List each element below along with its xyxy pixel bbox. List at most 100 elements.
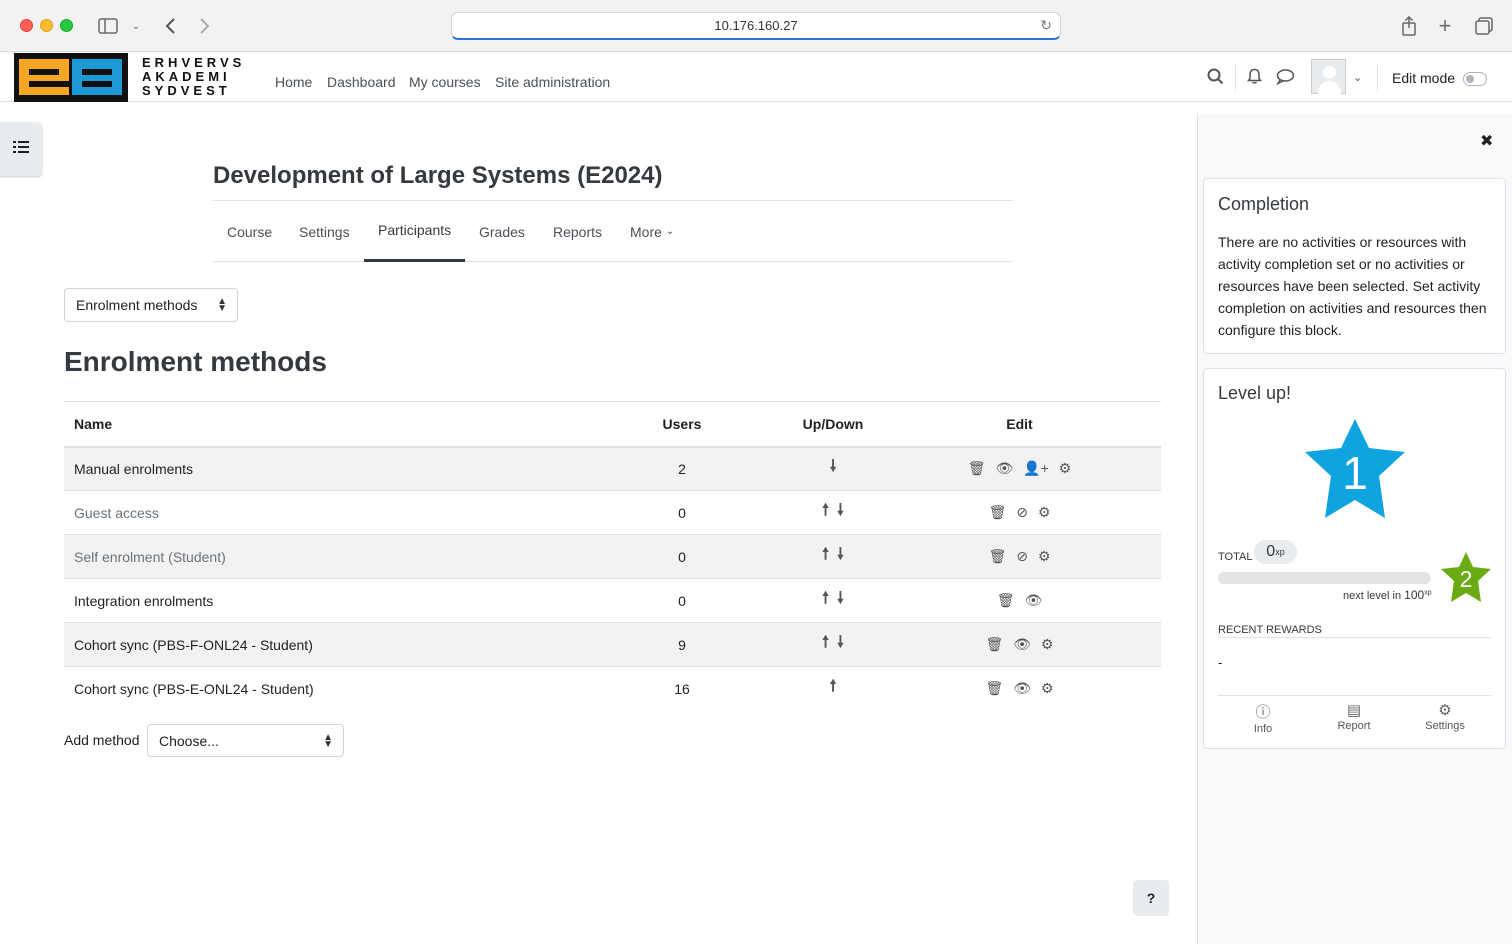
add-method-select[interactable]: Choose... ▲ ▼ (147, 724, 344, 757)
chevron-down-icon: ⌄ (665, 226, 675, 237)
current-level: 1 (1342, 447, 1368, 499)
participants-page-select[interactable]: Enrolment methods ▲ ▼ (64, 288, 238, 322)
move-up-icon[interactable]: 🠕 (822, 543, 829, 570)
table-row: Integration enrolments 0 🠕 🠗 🗑 👁 (64, 578, 1161, 623)
tab-course[interactable]: Course (213, 201, 286, 262)
move-down-icon[interactable]: 🠗 (837, 543, 844, 570)
back-arrow-icon[interactable] (160, 13, 180, 39)
levelup-report-link[interactable]: ▤ Report (1324, 701, 1384, 732)
gear-icon[interactable]: ⚙ (1041, 680, 1054, 697)
recent-rewards-label: RECENT REWARDS (1218, 624, 1322, 636)
table-row: Manual enrolments 2 🠗 🗑 👁 👤+ ⚙ (64, 446, 1161, 491)
info-label: Info (1253, 723, 1273, 735)
move-down-icon[interactable]: 🠗 (837, 631, 844, 658)
report-icon: ▤ (1346, 702, 1362, 719)
move-up-icon[interactable]: 🠕 (822, 631, 829, 658)
edit-mode-label: Edit mode (1392, 70, 1456, 86)
trash-icon[interactable]: 🗑 (986, 636, 1004, 653)
move-down-icon[interactable]: 🠗 (837, 499, 844, 526)
method-name: Manual enrolments (64, 446, 576, 491)
close-icon[interactable]: ✖ (1480, 131, 1493, 151)
share-icon[interactable] (1398, 13, 1420, 39)
eye-icon[interactable]: 👁 (1013, 636, 1031, 653)
column-header-users: Users (576, 401, 788, 448)
move-down-icon[interactable]: 🠗 (837, 587, 844, 614)
gear-icon: ⚙ (1438, 702, 1452, 719)
eye-slash-icon[interactable]: ⊘ (1016, 548, 1028, 565)
move-down-icon[interactable]: 🠗 (830, 455, 837, 482)
bell-icon[interactable] (1246, 68, 1263, 90)
move-up-icon[interactable]: 🠕 (822, 499, 829, 526)
trash-icon[interactable]: 🗑 (989, 504, 1007, 521)
gear-icon[interactable]: ⚙ (1041, 636, 1054, 653)
tab-grades[interactable]: Grades (465, 201, 539, 262)
tab-overview-icon[interactable] (1473, 13, 1495, 39)
levelup-settings-link[interactable]: ⚙ Settings (1415, 701, 1475, 732)
tab-more-label: More (630, 223, 662, 240)
column-header-name: Name (64, 401, 576, 448)
eye-icon[interactable]: 👁 (995, 460, 1013, 477)
next-level: 2 (1460, 566, 1473, 592)
nav-dashboard[interactable]: Dashboard (327, 74, 396, 90)
add-method-label: Add method (64, 732, 140, 748)
tab-settings[interactable]: Settings (285, 201, 364, 262)
close-window-button[interactable] (20, 19, 33, 32)
table-header-row: Name Users Up/Down Edit (64, 401, 1161, 448)
chevron-down-icon[interactable]: ⌄ (1353, 71, 1362, 84)
levelup-info-link[interactable]: ⓘ Info (1233, 701, 1293, 735)
move-up-icon[interactable]: 🠕 (822, 587, 829, 614)
forward-arrow-icon[interactable] (195, 13, 215, 39)
eye-icon[interactable]: 👁 (1024, 592, 1042, 609)
trash-icon[interactable]: 🗑 (968, 460, 986, 477)
address-bar[interactable]: 10.176.160.27 ↻ (451, 12, 1061, 40)
method-users: 0 (576, 490, 788, 535)
enrol-users-icon[interactable]: 👤+ (1023, 460, 1049, 477)
tab-reports[interactable]: Reports (539, 201, 616, 262)
url-text: 10.176.160.27 (714, 18, 798, 33)
help-button[interactable]: ? (1133, 880, 1169, 916)
recent-rewards-value: - (1218, 655, 1223, 670)
section-divider (1218, 695, 1491, 696)
block-title: Completion (1218, 194, 1310, 214)
avatar[interactable] (1311, 59, 1346, 94)
nav-home[interactable]: Home (275, 74, 312, 90)
minimize-window-button[interactable] (40, 19, 53, 32)
trash-icon[interactable]: 🗑 (986, 680, 1004, 697)
table-row: Cohort sync (PBS-F-ONL24 - Student) 9 🠕 🠗… (64, 622, 1161, 667)
gear-icon[interactable]: ⚙ (1059, 460, 1072, 477)
method-users: 2 (576, 446, 788, 491)
tab-more[interactable]: More ⌄ (616, 201, 688, 262)
method-users: 9 (576, 622, 788, 667)
trash-icon[interactable]: 🗑 (997, 592, 1015, 609)
site-logo[interactable] (14, 53, 128, 102)
trash-icon[interactable]: 🗑 (989, 548, 1007, 565)
new-tab-icon[interactable]: + (1434, 13, 1456, 39)
chevron-down-icon[interactable]: ⌄ (128, 13, 144, 39)
method-users: 0 (576, 578, 788, 623)
reload-icon[interactable]: ↻ (1040, 17, 1052, 34)
total-xp-badge: 0 xp (1254, 540, 1297, 564)
completion-text: There are no activities or resources wit… (1218, 234, 1487, 338)
eye-slash-icon[interactable]: ⊘ (1016, 504, 1028, 521)
nav-my-courses[interactable]: My courses (409, 74, 481, 90)
edit-mode-toggle[interactable] (1463, 72, 1487, 86)
method-users: 16 (576, 666, 788, 711)
select-value: Choose... (159, 732, 219, 749)
tab-participants[interactable]: Participants (364, 201, 466, 262)
message-icon[interactable] (1276, 68, 1295, 90)
course-index-toggle[interactable] (0, 122, 42, 176)
sidebar-toggle-icon[interactable] (96, 13, 120, 39)
brand-line1: ERHVERVS (142, 55, 246, 70)
gear-icon[interactable]: ⚙ (1038, 548, 1051, 565)
table-row: Guest access 0 🠕 🠗 🗑 ⊘ ⚙ (64, 490, 1161, 535)
gear-icon[interactable]: ⚙ (1038, 504, 1051, 521)
course-tabs: Course Settings Participants Grades Repo… (213, 200, 1013, 262)
brand-name[interactable]: ERHVERVS AKADEMI SYDVEST (142, 56, 245, 98)
method-name: Cohort sync (PBS-E-ONL24 - Student) (64, 666, 576, 711)
search-icon[interactable] (1207, 68, 1224, 90)
report-label: Report (1337, 720, 1371, 732)
nav-site-administration[interactable]: Site administration (495, 74, 610, 90)
maximize-window-button[interactable] (60, 19, 73, 32)
eye-icon[interactable]: 👁 (1013, 680, 1031, 697)
move-up-icon[interactable]: 🠕 (830, 675, 837, 702)
